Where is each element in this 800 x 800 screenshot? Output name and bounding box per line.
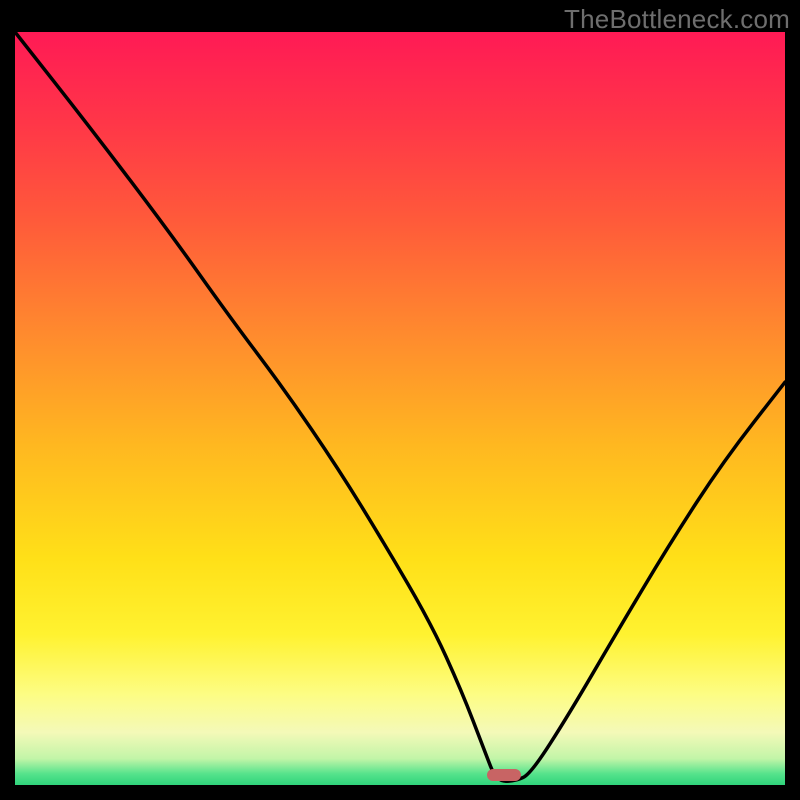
chart-frame: TheBottleneck.com [0,0,800,800]
bottleneck-curve-path [15,32,785,781]
plot-area [15,32,785,785]
watermark-text: TheBottleneck.com [564,4,790,35]
bottleneck-curve [15,32,785,785]
optimal-point-marker [487,769,522,781]
